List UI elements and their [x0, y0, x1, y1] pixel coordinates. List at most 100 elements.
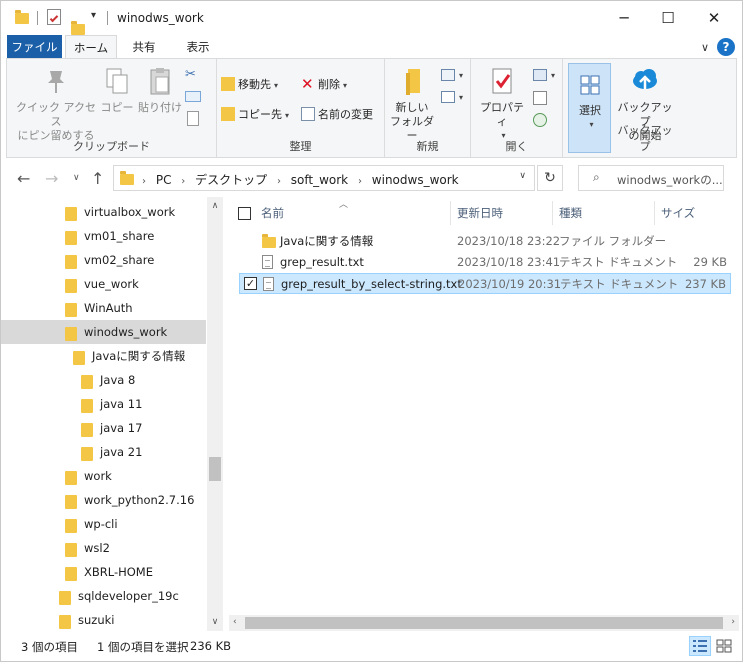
nav-tree-item[interactable]: WinAuth: [1, 296, 206, 320]
up-arrow-icon[interactable]: ↑: [91, 169, 104, 188]
details-view-button[interactable]: [689, 636, 711, 656]
status-bar: 3 個の項目 1 個の項目を選択 236 KB: [1, 631, 742, 661]
cut-icon[interactable]: ✂: [185, 67, 196, 82]
clipboard-group: クイック アクセス にピン留めする コピー 貼り付け ✂ クリップボード: [7, 59, 217, 157]
paste-button[interactable]: 貼り付け: [137, 65, 183, 115]
folder-icon: [65, 327, 77, 341]
copy-button[interactable]: コピー: [97, 65, 137, 115]
copy-to-button[interactable]: コピー先 ▾: [221, 105, 289, 125]
properties-icon: [486, 65, 518, 97]
large-icons-view-button[interactable]: [713, 636, 735, 656]
nav-tree-item[interactable]: XBRL-HOME: [1, 560, 206, 584]
search-box[interactable]: ⌕ winodws_workの...: [578, 165, 724, 191]
file-row[interactable]: Javaに関する情報 2023/10/18 23:22 ファイル フォルダー: [239, 231, 731, 252]
quick-access-dropdown-icon[interactable]: ▾: [91, 10, 96, 21]
nav-scrollbar[interactable]: ∧ ∨: [207, 197, 223, 631]
paste-shortcut-icon[interactable]: [187, 111, 199, 126]
forward-arrow-icon[interactable]: →: [45, 169, 58, 188]
open-icon[interactable]: [533, 69, 547, 81]
new-folder-quick-icon[interactable]: [71, 21, 85, 35]
maximize-button[interactable]: ☐: [645, 1, 691, 35]
scroll-down-icon[interactable]: ∨: [207, 617, 223, 627]
scroll-thumb[interactable]: [245, 617, 723, 629]
backup-group-label: バックアップ: [617, 124, 673, 153]
scroll-thumb[interactable]: [209, 457, 221, 481]
chevron-down-icon[interactable]: ▾: [459, 71, 463, 80]
delete-button[interactable]: ✕ 削除 ▾: [301, 75, 347, 95]
rename-button[interactable]: 名前の変更: [301, 105, 373, 125]
nav-tree-item[interactable]: vue_work: [1, 272, 206, 296]
address-bar[interactable]: › PC › デスクトップ › soft_work › winodws_work…: [113, 165, 535, 191]
chevron-down-icon[interactable]: ▾: [551, 71, 555, 80]
select-button-inner: 選択 ▾: [573, 70, 607, 132]
nav-tree-item[interactable]: java 11: [1, 392, 206, 416]
horizontal-scrollbar[interactable]: ‹ ›: [229, 615, 739, 631]
nav-tree-item[interactable]: work: [1, 464, 206, 488]
sort-up-icon: ︿: [339, 200, 349, 210]
select-button[interactable]: 選択 ▾: [568, 63, 611, 153]
new-folder-button[interactable]: 新しい フォルダー: [389, 65, 435, 143]
folder-icon: [81, 399, 93, 413]
column-size[interactable]: サイズ: [661, 197, 695, 229]
nav-tree-item[interactable]: virtualbox_work: [1, 200, 206, 224]
copy-to-label: コピー先: [238, 108, 282, 121]
tab-file[interactable]: ファイル: [7, 35, 62, 59]
nav-tree-item[interactable]: work_python2.7.16: [1, 488, 206, 512]
scroll-left-icon[interactable]: ‹: [233, 617, 237, 627]
nav-tree-item[interactable]: sqldeveloper_19c: [1, 584, 206, 608]
nav-tree-item[interactable]: winodws_work: [1, 320, 206, 344]
back-arrow-icon[interactable]: ←: [17, 169, 30, 188]
scroll-up-icon[interactable]: ∧: [207, 201, 223, 211]
collapse-ribbon-icon[interactable]: ∨: [701, 41, 709, 54]
address-dropdown-icon[interactable]: ∨: [519, 171, 526, 181]
edit-icon[interactable]: [533, 91, 547, 105]
item-count: 3 個の項目: [21, 640, 78, 654]
properties-button[interactable]: プロパティ ▾: [477, 65, 527, 143]
refresh-button[interactable]: ↻: [537, 165, 563, 191]
history-icon[interactable]: [533, 113, 547, 127]
scroll-right-icon[interactable]: ›: [731, 617, 735, 627]
nav-tree-item[interactable]: Java 8: [1, 368, 206, 392]
help-icon[interactable]: ?: [717, 38, 735, 56]
chevron-down-icon[interactable]: ▾: [459, 93, 463, 102]
copy-path-icon[interactable]: [185, 91, 201, 102]
nav-tree-label: java 17: [100, 421, 143, 435]
nav-tree-item[interactable]: java 17: [1, 416, 206, 440]
pin-quick-access-button[interactable]: クイック アクセス にピン留めする: [13, 65, 99, 143]
selection-count: 1 個の項目を選択: [97, 640, 189, 654]
nav-tree-item[interactable]: wp-cli: [1, 512, 206, 536]
row-checkbox[interactable]: ✓: [244, 277, 257, 290]
move-to-button[interactable]: 移動先 ▾: [221, 75, 278, 95]
chevron-down-icon: ▾: [274, 81, 279, 90]
close-button[interactable]: ✕: [691, 1, 737, 35]
nav-tree-item[interactable]: Javaに関する情報: [1, 344, 206, 368]
nav-tree-item[interactable]: suzuki: [1, 608, 206, 631]
rename-label: 名前の変更: [318, 108, 373, 121]
details-view-icon: [693, 640, 707, 652]
tab-share[interactable]: 共有: [121, 35, 167, 59]
delete-label: 削除: [318, 78, 340, 91]
crumb-pc[interactable]: PC: [156, 173, 172, 187]
column-type[interactable]: 種類: [559, 197, 582, 229]
column-name[interactable]: 名前: [261, 197, 284, 229]
recent-locations-icon[interactable]: ∨: [73, 173, 80, 183]
select-all-checkbox[interactable]: [238, 207, 251, 220]
copy-label: コピー: [100, 101, 134, 114]
file-row[interactable]: grep_result.txt 2023/10/18 23:41 テキスト ドキュメ…: [239, 252, 731, 273]
tab-view[interactable]: 表示: [173, 35, 223, 59]
crumb-desktop[interactable]: デスクトップ: [195, 173, 267, 187]
nav-tree-item[interactable]: java 21: [1, 440, 206, 464]
minimize-button[interactable]: ─: [601, 1, 647, 35]
file-row[interactable]: ✓ grep_result_by_select-string.txt 2023/10…: [239, 273, 731, 294]
copy-to-icon: [221, 107, 235, 121]
tab-home[interactable]: ホーム: [65, 35, 117, 59]
column-modified[interactable]: 更新日時: [457, 197, 503, 229]
nav-tree-item[interactable]: wsl2: [1, 536, 206, 560]
properties-quick-icon[interactable]: [47, 9, 61, 25]
nav-tree-item[interactable]: vm01_share: [1, 224, 206, 248]
crumb-soft-work[interactable]: soft_work: [291, 173, 348, 187]
easy-access-icon[interactable]: [441, 91, 455, 103]
crumb-winodws-work[interactable]: winodws_work: [372, 173, 459, 187]
nav-tree-item[interactable]: vm02_share: [1, 248, 206, 272]
new-item-icon[interactable]: [441, 69, 455, 81]
